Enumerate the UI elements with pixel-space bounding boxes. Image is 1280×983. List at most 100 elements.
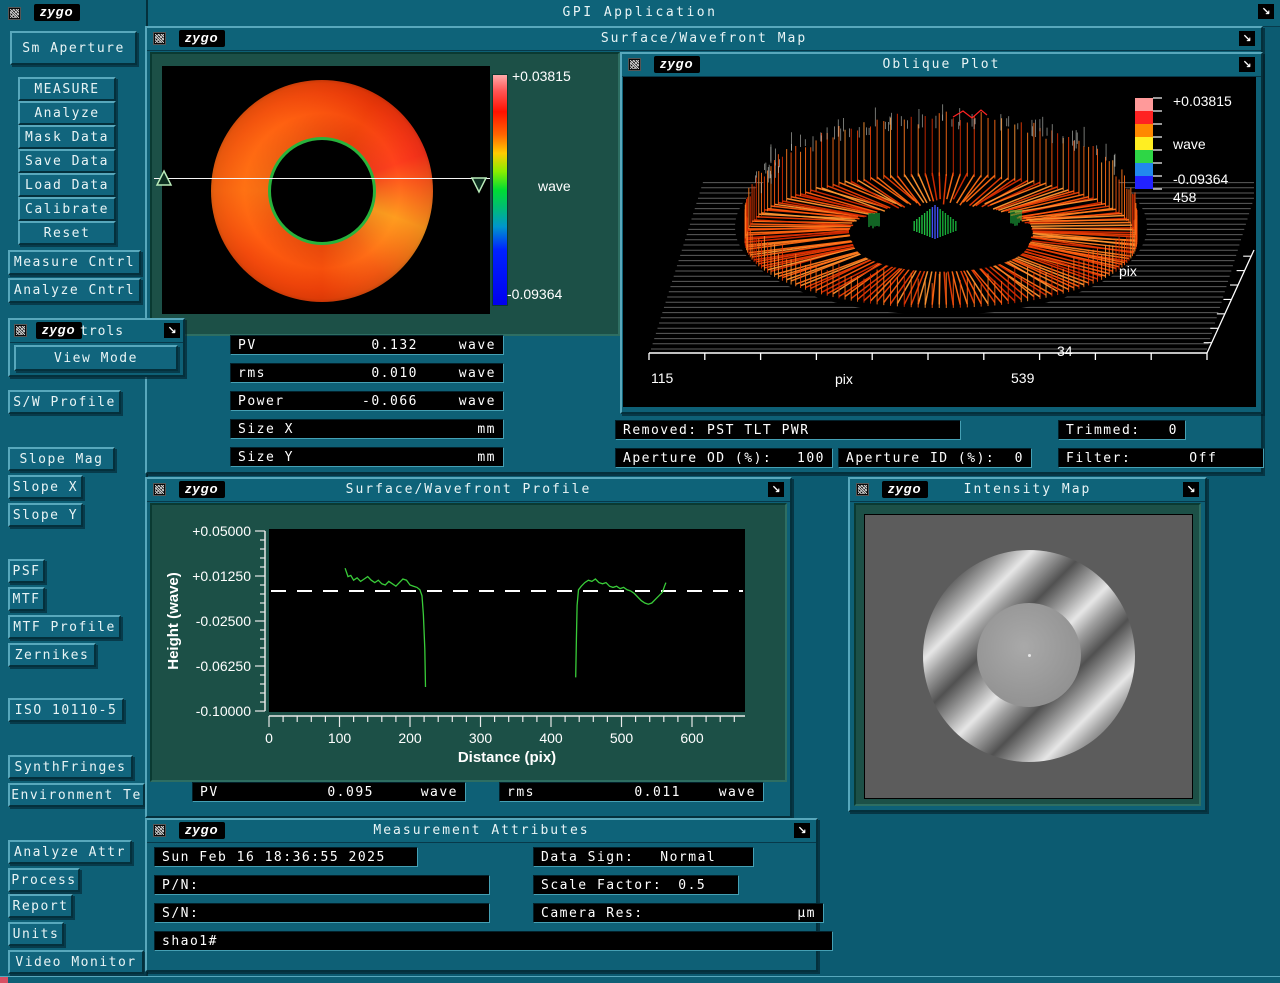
button-mtf[interactable]: MTF	[8, 587, 45, 611]
intensity-pin-icon[interactable]: ↘	[1183, 482, 1199, 497]
stat-unit: wave	[418, 338, 496, 353]
data-sign-field[interactable]: Data Sign: Normal	[533, 847, 754, 867]
view-mode-button[interactable]: View Mode	[14, 345, 178, 371]
button-iso-10110-5[interactable]: ISO 10110-5	[8, 698, 124, 722]
profile-stat-rms: rms0.011wave	[499, 782, 764, 802]
button-analyze-cntrl[interactable]: Analyze Cntrl	[8, 278, 141, 303]
scale-factor-value: 0.5	[678, 878, 706, 893]
serial-number-label: S/N:	[162, 906, 199, 921]
stat-label: PV	[238, 338, 316, 353]
button-process[interactable]: Process	[8, 868, 80, 892]
part-number-label: P/N:	[162, 878, 199, 893]
filter-field[interactable]: Filter:Off	[1058, 448, 1264, 468]
attributes-title: Measurement Attributes	[147, 823, 816, 838]
oblique-legend-max: +0.03815	[1173, 93, 1232, 109]
button-calibrate[interactable]: Calibrate	[18, 197, 116, 221]
app-title: GPI Application	[0, 5, 1280, 20]
map-stat-power: Power-0.066wave	[230, 391, 504, 411]
oblique-plot-area: +0.03815 wave -0.09364 458 pix 34 115 pi…	[623, 77, 1256, 407]
button-slope-y[interactable]: Slope Y	[8, 503, 83, 527]
oblique-xaxis-left: 115	[651, 370, 673, 386]
stat-label: Size X	[238, 422, 316, 437]
intensity-titlebar[interactable]: zygo Intensity Map ↘	[850, 479, 1205, 502]
part-number-field[interactable]: P/N:	[154, 875, 490, 895]
profile-stats-list: PV0.095waverms0.011wave	[147, 479, 790, 816]
button-units[interactable]: Units	[8, 922, 64, 946]
button-measure[interactable]: MEASURE	[18, 77, 116, 101]
left-panel-window: zygo Sm ApertureMEASUREAnalyzeMask DataS…	[0, 0, 148, 978]
scale-factor-label: Scale Factor:	[541, 878, 662, 893]
camera-res-unit: µm	[797, 906, 816, 921]
button-load-data[interactable]: Load Data	[18, 173, 116, 197]
oblique-legend-min: -0.09364	[1173, 171, 1228, 187]
oblique-titlebar[interactable]: zygo Oblique Plot ↘	[622, 54, 1261, 77]
intensity-title: Intensity Map	[850, 482, 1205, 497]
oblique-depth-axis-label: pix	[1119, 263, 1137, 279]
controls-titlebar[interactable]: zygo trols ↘	[10, 320, 183, 343]
data-sign-value: Normal	[660, 850, 716, 865]
button-zernikes[interactable]: Zernikes	[8, 643, 96, 667]
button-synthfringes[interactable]: SynthFringes	[8, 755, 133, 779]
removed-label: Removed:	[623, 423, 698, 438]
button-slope-mag[interactable]: Slope Mag	[8, 447, 115, 471]
controls-pin-icon[interactable]: ↘	[164, 323, 180, 338]
data-sign-label: Data Sign:	[541, 850, 634, 865]
oblique-3d-plot	[623, 77, 1256, 407]
app-pin-icon[interactable]: ↘	[1258, 4, 1274, 19]
button-report[interactable]: Report	[8, 894, 73, 918]
app-titlebar[interactable]: GPI Application ↘	[0, 0, 1280, 27]
attributes-titlebar[interactable]: zygo Measurement Attributes ↘	[147, 820, 816, 843]
removed-value: PST TLT PWR	[707, 423, 810, 438]
button-psf[interactable]: PSF	[8, 559, 45, 583]
attributes-pin-icon[interactable]: ↘	[794, 823, 810, 838]
aperture-od-field[interactable]: Aperture OD (%):100	[615, 448, 833, 468]
attributes-window: zygo Measurement Attributes ↘ Sun Feb 16…	[145, 818, 818, 972]
resize-corner[interactable]	[0, 977, 8, 983]
command-prompt-field[interactable]: shao1#	[154, 931, 833, 951]
command-prompt-text: shao1#	[162, 934, 218, 949]
stat-label: rms	[507, 785, 585, 800]
oblique-title: Oblique Plot	[622, 57, 1261, 72]
stat-value: 0.011	[585, 785, 681, 800]
timestamp-value: Sun Feb 16 18:36:55 2025	[162, 850, 386, 865]
button-environment-te[interactable]: Environment Te	[8, 783, 145, 807]
stat-label: Power	[238, 394, 316, 409]
button-reset[interactable]: Reset	[18, 221, 116, 245]
oblique-legend-unit: wave	[1173, 136, 1206, 152]
button-s-w-profile[interactable]: S/W Profile	[8, 390, 121, 414]
map-stat-size-x: Size Xmm	[230, 419, 504, 439]
gpi-application-root: GPI Application ↘ zygo Sm ApertureMEASUR…	[0, 0, 1280, 983]
button-slope-x[interactable]: Slope X	[8, 475, 83, 499]
stat-unit: mm	[418, 450, 496, 465]
camera-res-label: Camera Res:	[541, 906, 644, 921]
intensity-panel	[854, 503, 1201, 806]
stat-unit: wave	[418, 394, 496, 409]
button-save-data[interactable]: Save Data	[18, 149, 116, 173]
stat-label: PV	[200, 785, 278, 800]
aperture-id-label: Aperture ID (%):	[846, 451, 995, 466]
oblique-pin-icon[interactable]: ↘	[1239, 57, 1255, 72]
stat-label: Size Y	[238, 450, 316, 465]
intensity-window: zygo Intensity Map ↘	[848, 477, 1207, 812]
scale-factor-field[interactable]: Scale Factor: 0.5	[533, 875, 739, 895]
button-sm-aperture[interactable]: Sm Aperture	[10, 31, 137, 65]
aperture-id-field[interactable]: Aperture ID (%): 0	[838, 448, 1032, 468]
close-icon[interactable]	[14, 324, 27, 337]
oblique-window: zygo Oblique Plot ↘ +0.03815 wave -0.093…	[620, 52, 1263, 414]
oblique-xaxis-right: 539	[1011, 370, 1034, 386]
timestamp-field: Sun Feb 16 18:36:55 2025	[154, 847, 418, 867]
button-mtf-profile[interactable]: MTF Profile	[8, 615, 121, 639]
button-mask-data[interactable]: Mask Data	[18, 125, 116, 149]
button-analyze-attr[interactable]: Analyze Attr	[8, 840, 132, 864]
button-video-monitor[interactable]: Video Monitor	[8, 950, 144, 974]
trimmed-label: Trimmed:	[1066, 423, 1141, 438]
stat-value: 0.010	[316, 366, 418, 381]
aperture-id-value: 0	[1015, 451, 1024, 466]
button-measure-cntrl[interactable]: Measure Cntrl	[8, 250, 141, 275]
button-analyze[interactable]: Analyze	[18, 101, 116, 125]
profile-window: zygo Surface/Wavefront Profile ↘ +0.0500…	[145, 477, 792, 818]
serial-number-field[interactable]: S/N:	[154, 903, 490, 923]
stat-unit: wave	[374, 785, 458, 800]
camera-res-field[interactable]: Camera Res: µm	[533, 903, 824, 923]
stat-unit: wave	[418, 366, 496, 381]
